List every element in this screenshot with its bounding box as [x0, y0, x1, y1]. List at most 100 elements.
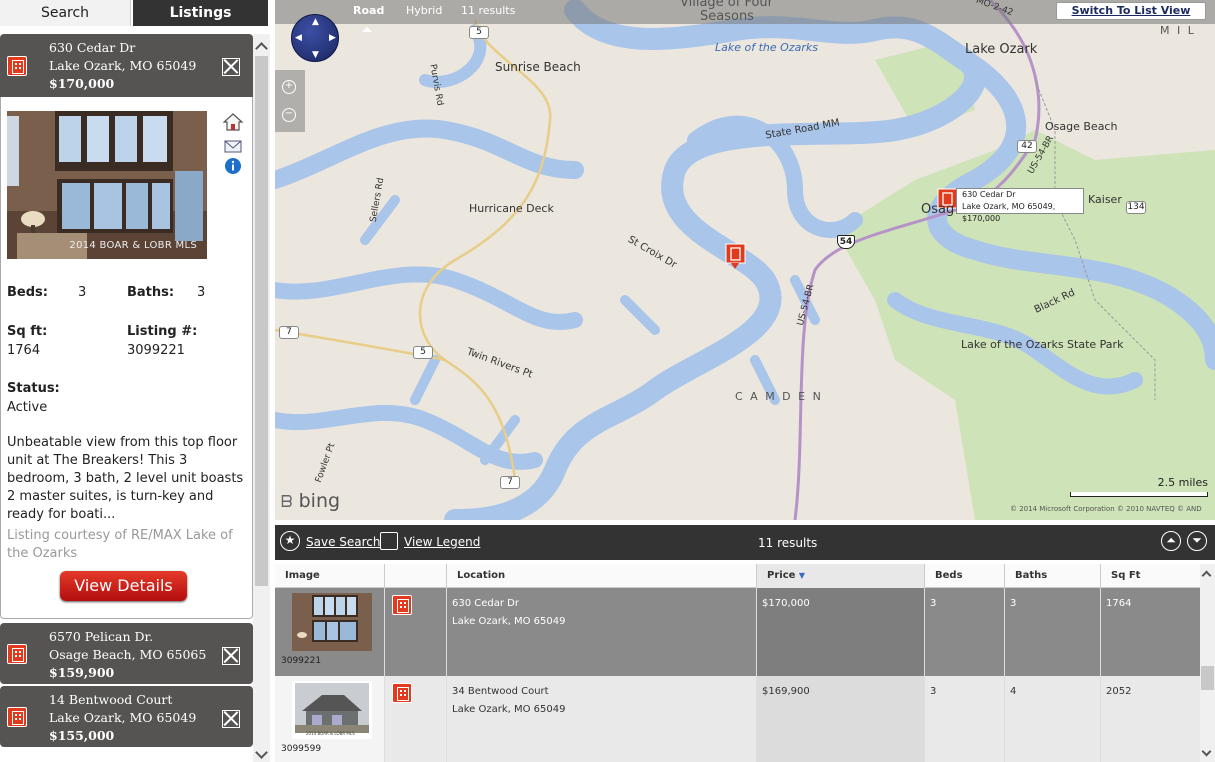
zoom-in-icon[interactable]: +	[282, 80, 296, 94]
row-mls-number: 3099599	[281, 744, 322, 754]
col-location[interactable]: Location	[447, 564, 757, 588]
map-mode-road[interactable]: Road	[353, 4, 384, 32]
bing-logo: ᗷ bing	[281, 490, 340, 512]
photo-watermark: 2014 BOAR & LOBR MLS	[69, 240, 197, 251]
map-label: Osage Beach	[1045, 120, 1118, 133]
expand-down-icon[interactable]: ⏷	[1187, 531, 1207, 551]
close-icon[interactable]	[222, 647, 240, 665]
tooltip-line1: 630 Cedar Dr	[962, 190, 1016, 199]
status-value: Active	[7, 400, 48, 415]
listing-city: Lake Ozark, MO 65049	[49, 58, 197, 73]
cell-location: 630 Cedar Dr Lake Ozark, MO 65049	[447, 588, 757, 676]
sqft-label: Sq ft:	[7, 324, 48, 339]
route-shield: 5	[469, 26, 489, 39]
route-shield: 42	[1017, 140, 1037, 153]
cell-image: 2014 BOAR & LOBR MLS 3099599	[275, 676, 385, 762]
listings-scrollbar[interactable]	[253, 34, 270, 762]
map-label: Seasons	[700, 9, 754, 24]
row-baths: 4	[1010, 686, 1017, 697]
building-icon[interactable]	[392, 595, 412, 615]
map-copyright: © 2014 Microsoft Corporation © 2010 NAVT…	[1010, 505, 1202, 513]
tab-listings[interactable]: Listings	[133, 0, 268, 26]
scroll-down-icon[interactable]	[1201, 746, 1212, 757]
cell-image: 3099221	[275, 588, 385, 676]
listing-city: Lake Ozark, MO 65049	[49, 710, 197, 725]
map-label: Kaiser	[1088, 193, 1122, 206]
results-toolbar: ★ Save Search View Legend 11 results ⏶ ⏷	[275, 525, 1215, 560]
listing-card-header[interactable]: 630 Cedar Dr Lake Ozark, MO 65049 $170,0…	[0, 34, 253, 97]
scrollbar-thumb[interactable]	[255, 56, 268, 586]
beds-value: 3	[78, 285, 87, 300]
pan-up-icon[interactable]: ▲	[312, 17, 319, 27]
map-marker-tooltip[interactable]: 630 Cedar Dr Lake Ozark, MO 65049, $170,…	[956, 188, 1084, 223]
listing-photo-image	[7, 111, 207, 259]
cell-price: $169,900	[757, 676, 925, 762]
baths-label: Baths:	[127, 285, 175, 300]
home-icon[interactable]	[222, 113, 244, 131]
pan-right-icon[interactable]: ▶	[329, 33, 336, 43]
scroll-up-icon[interactable]	[255, 42, 268, 55]
cell-baths: 3	[1005, 588, 1101, 676]
pan-left-icon[interactable]: ◀	[295, 33, 302, 43]
table-row[interactable]: 2014 BOAR & LOBR MLS 3099599 34 Bentwood…	[275, 676, 1200, 762]
tab-search[interactable]: Search	[0, 0, 131, 26]
row-photo-watermark: 2014 BOAR & LOBR MLS	[306, 731, 355, 736]
row-thumbnail[interactable]	[292, 593, 372, 651]
col-baths[interactable]: Baths	[1005, 564, 1101, 588]
col-sqft[interactable]: Sq Ft	[1101, 564, 1200, 588]
scroll-up-icon[interactable]	[1201, 570, 1212, 581]
map-label: Lake of the Ozarks State Park	[961, 338, 1124, 351]
view-legend-link[interactable]: View Legend	[404, 535, 480, 549]
col-beds[interactable]: Beds	[925, 564, 1005, 588]
building-icon	[7, 56, 27, 76]
view-details-button[interactable]: View Details	[60, 571, 187, 601]
col-price[interactable]: Price ▼	[757, 564, 925, 588]
listing-price: $159,900	[49, 665, 115, 680]
collapse-up-icon[interactable]: ⏶	[1161, 531, 1181, 551]
pan-down-icon[interactable]: ▼	[312, 50, 319, 60]
listing-card-header[interactable]: 6570 Pelican Dr. Osage Beach, MO 65065 $…	[0, 623, 253, 684]
row-sqft: 2052	[1106, 686, 1132, 697]
table-row[interactable]: 3099221 630 Cedar Dr Lake Ozark, MO 6504…	[275, 588, 1200, 676]
cell-icon	[385, 588, 447, 676]
cell-baths: 4	[1005, 676, 1101, 762]
scroll-down-icon[interactable]	[255, 746, 268, 759]
building-icon[interactable]	[392, 683, 412, 703]
row-price: $170,000	[762, 598, 810, 609]
listing-photo[interactable]: 2014 BOAR & LOBR MLS	[7, 111, 207, 259]
close-icon[interactable]	[222, 58, 240, 76]
listing-address: 6570 Pelican Dr.	[49, 629, 154, 644]
row-price: $169,900	[762, 686, 810, 697]
map-canvas[interactable]	[275, 0, 1215, 520]
listing-price: $170,000	[49, 76, 115, 91]
map-label: Sunrise Beach	[495, 60, 581, 74]
cell-location: 34 Bentwood Court Lake Ozark, MO 65049	[447, 676, 757, 762]
panel-tabs: Search Listings	[0, 0, 270, 26]
legend-list-icon[interactable]	[380, 532, 398, 550]
listing-address: 630 Cedar Dr	[49, 40, 136, 55]
col-image[interactable]: Image	[275, 564, 385, 588]
grid-scrollbar[interactable]	[1200, 564, 1215, 762]
star-icon[interactable]: ★	[280, 531, 300, 551]
scrollbar-thumb[interactable]	[1201, 666, 1214, 690]
info-icon[interactable]	[223, 157, 243, 175]
map-view[interactable]: Road Hybrid 11 results Switch To List Vi…	[275, 0, 1215, 520]
cell-icon	[385, 676, 447, 762]
switch-to-list-view-button[interactable]: Switch To List View	[1056, 2, 1206, 20]
save-search-link[interactable]: Save Search	[306, 535, 381, 549]
listing-card-header[interactable]: 14 Bentwood Court Lake Ozark, MO 65049 $…	[0, 686, 253, 747]
zoom-out-icon[interactable]: −	[282, 108, 296, 122]
map-mode-hybrid[interactable]: Hybrid	[406, 4, 442, 17]
map-scale: 2.5 miles	[1070, 476, 1208, 498]
cell-price: $170,000	[757, 588, 925, 676]
email-icon[interactable]	[223, 137, 243, 155]
us-route-shield: 54	[837, 235, 855, 249]
map-pan-control[interactable]: ▲ ▼ ◀ ▶	[291, 14, 339, 62]
row-beds: 3	[930, 598, 937, 609]
listing-price: $155,000	[49, 728, 115, 743]
listing-city: Osage Beach, MO 65065	[49, 647, 207, 662]
map-label: M I L	[1160, 24, 1196, 37]
listing-courtesy: Listing courtesy of RE/MAX Lake of the O…	[7, 528, 233, 561]
beds-label: Beds:	[7, 285, 48, 300]
close-icon[interactable]	[222, 710, 240, 728]
